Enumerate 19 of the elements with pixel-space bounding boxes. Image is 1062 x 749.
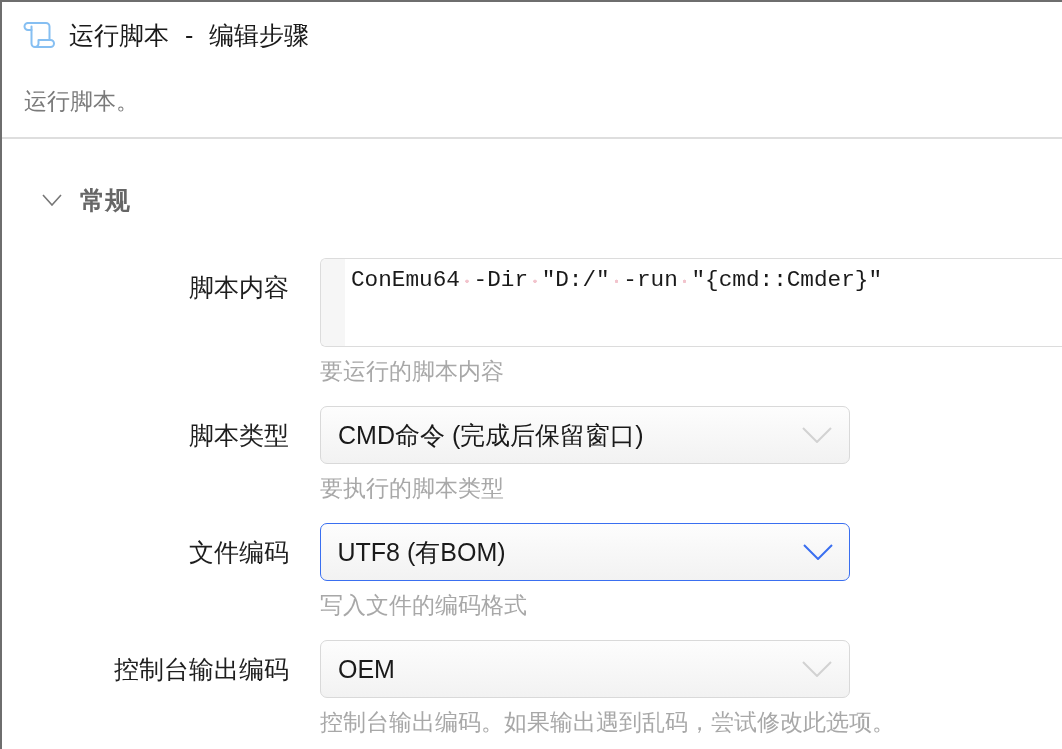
field-hint: 要执行的脚本类型 bbox=[320, 474, 504, 502]
field-hint: 控制台输出编码。如果输出遇到乱码，尝试修改此选项。 bbox=[320, 708, 895, 736]
field-hint: 写入文件的编码格式 bbox=[320, 591, 527, 619]
code-editor[interactable]: ConEmu64 -Dir "D:/" -run "{cmd::Cmder}" bbox=[320, 258, 1062, 347]
field-label: 脚本类型 bbox=[189, 420, 289, 451]
chevron-down-icon bbox=[802, 544, 833, 560]
section-header[interactable]: 常规 bbox=[42, 180, 130, 220]
dropdown[interactable]: OEM bbox=[320, 640, 850, 698]
dropdown[interactable]: CMD命令 (完成后保留窗口) bbox=[320, 406, 850, 464]
field-hint: 要运行的脚本内容 bbox=[320, 357, 504, 385]
chevron-down-icon bbox=[802, 427, 832, 443]
field-label: 脚本内容 bbox=[189, 272, 289, 303]
window-title: 运行脚本 - 编辑步骤 bbox=[69, 20, 310, 51]
dropdown[interactable]: UTF8 (有BOM) bbox=[320, 523, 850, 581]
field-label: 文件编码 bbox=[189, 537, 289, 568]
scroll-icon bbox=[23, 21, 55, 49]
chevron-down-icon bbox=[802, 661, 832, 677]
field-label: 控制台输出编码 bbox=[114, 654, 289, 685]
step-description: 运行脚本。 bbox=[23, 87, 139, 115]
